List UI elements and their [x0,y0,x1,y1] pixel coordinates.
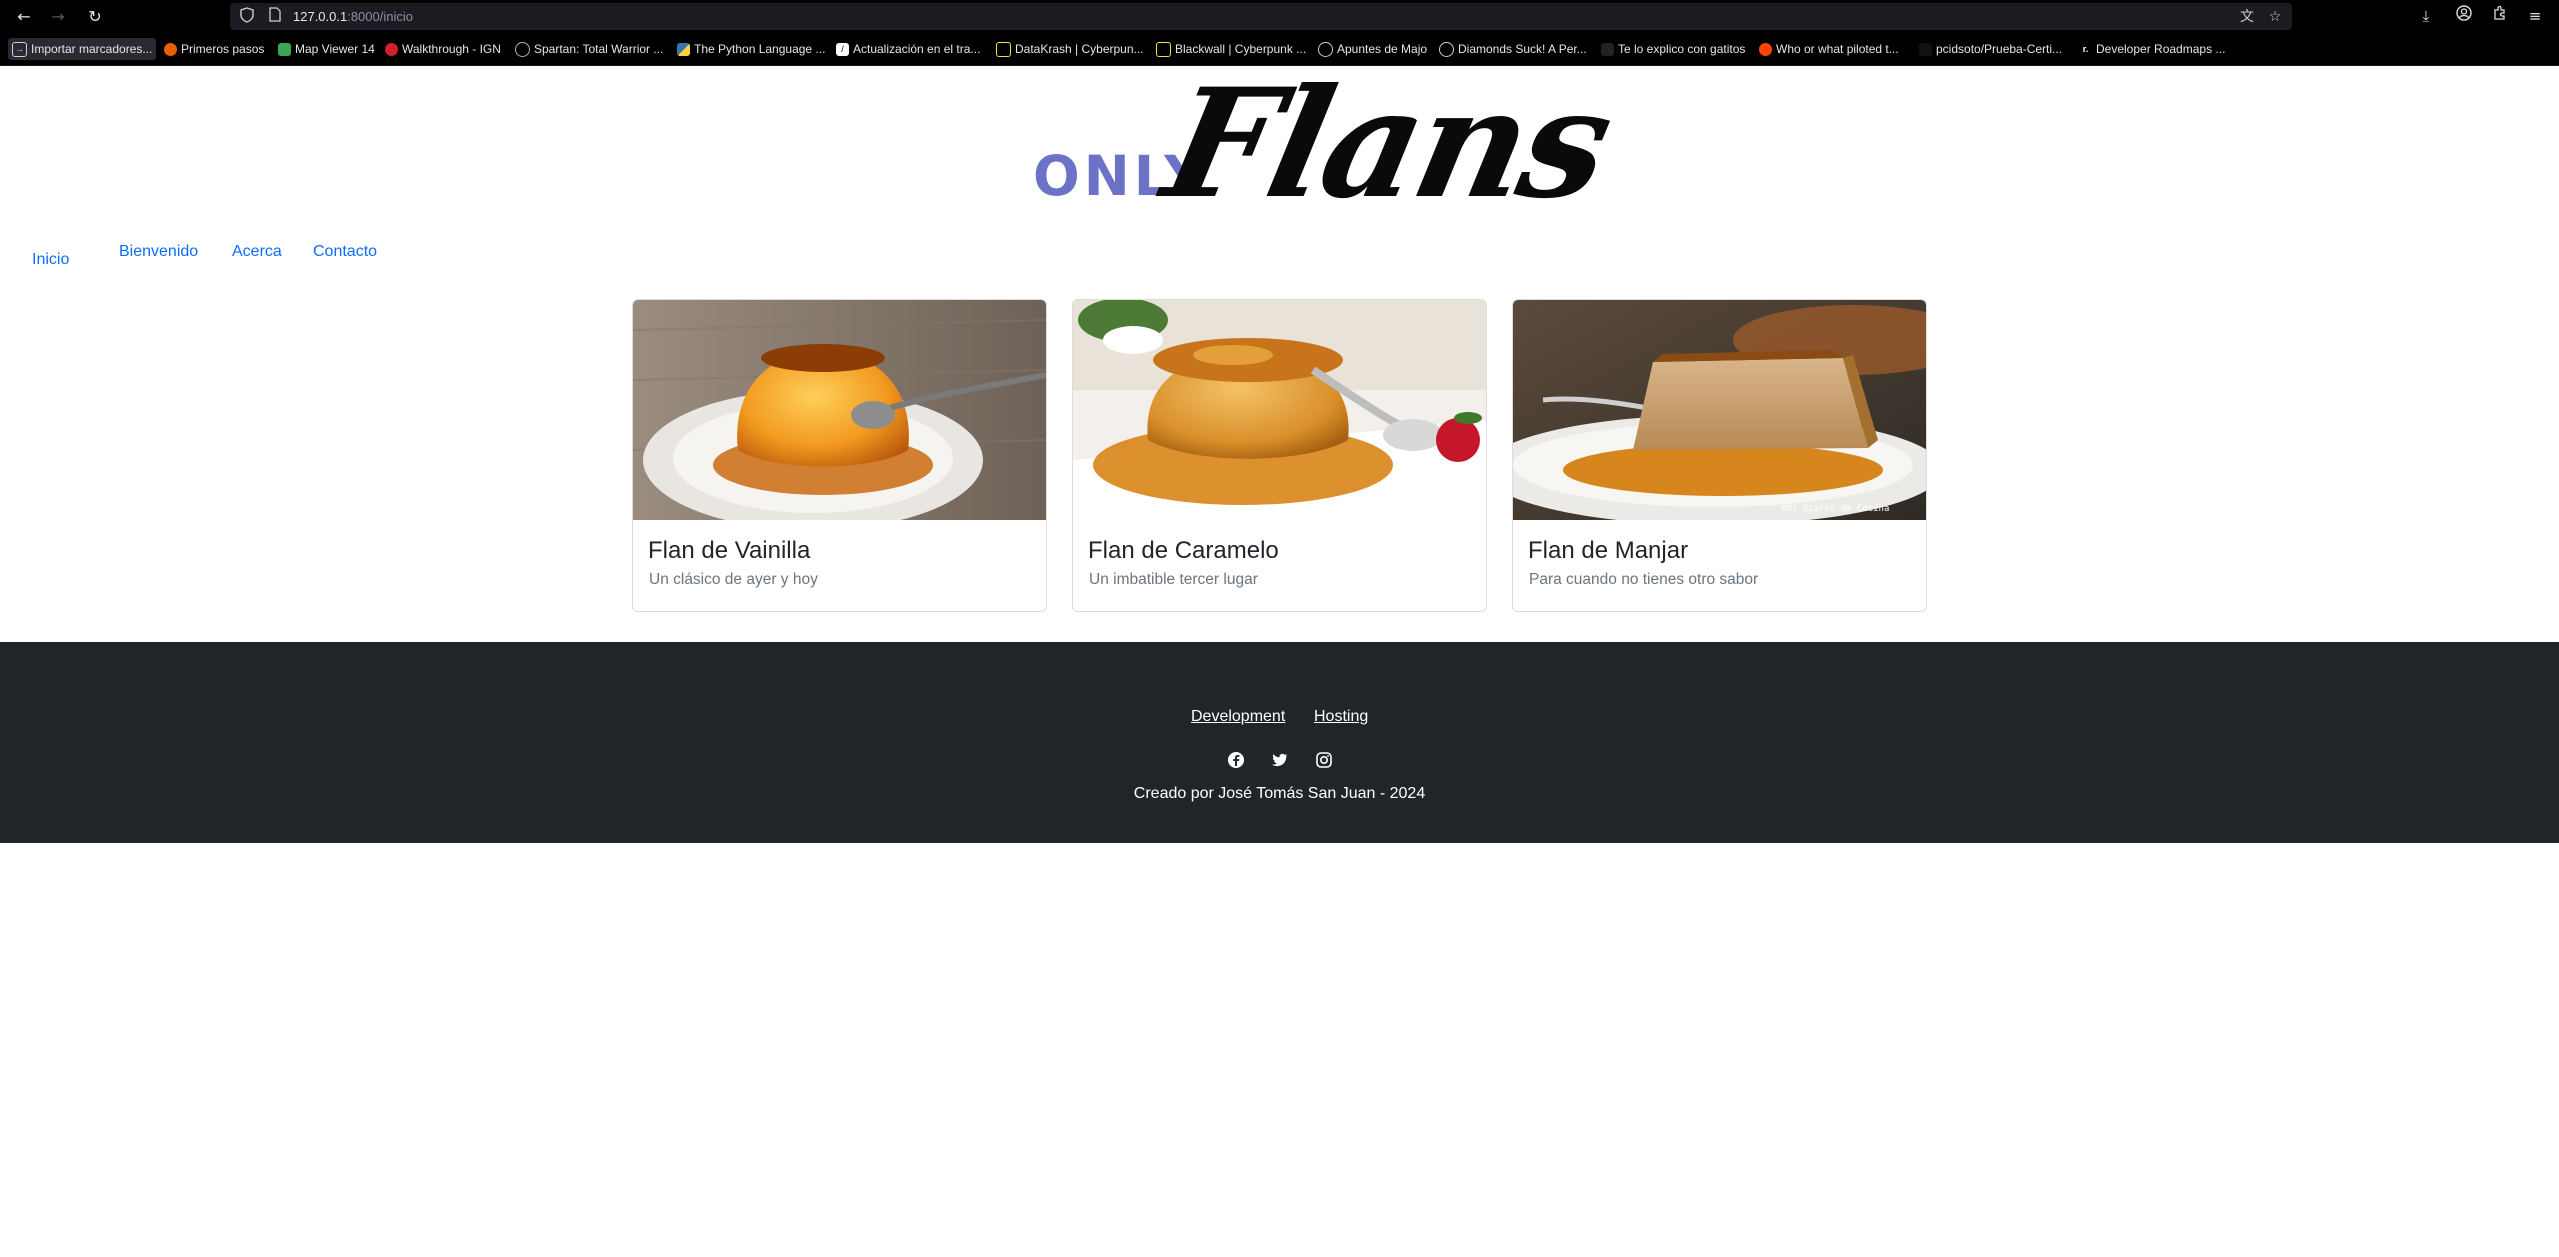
account-icon[interactable] [2453,5,2475,27]
nav-acerca-link[interactable]: Acerca [232,241,282,263]
python-icon [677,42,690,56]
card-text: Un clásico de ayer y hoy [649,571,818,588]
site-logo[interactable]: ONLY Flans [1030,56,1623,232]
globe-icon [1318,41,1333,57]
back-arrow-icon[interactable]: ← [13,6,35,28]
bookmark-label: Map Viewer 14 [295,42,375,56]
bookmark-item[interactable]: The Python Language ... [677,38,825,60]
flan-vainilla-image [633,300,1046,520]
bookmark-item[interactable]: Who or what piloted t... [1759,38,1899,60]
nav-contacto-link[interactable]: Contacto [313,241,377,263]
cyberpunk-icon [996,41,1011,57]
browser-toolbar: ← → ↻ 127.0.0.1:8000/inicio 文 ☆ ⤓ ≡ [0,0,2559,33]
site-footer: Development Hosting Creado por José Tomá… [0,642,2559,843]
bookmark-item[interactable]: DataKrash | Cyberpun... [996,38,1144,60]
bookmark-label: DataKrash | Cyberpun... [1015,42,1144,56]
nav-inicio-link[interactable]: Inicio [32,249,69,271]
url-path: :8000/inicio [347,9,413,24]
page-content: ONLY Flans Inicio Bienvenido Acerca Cont… [0,56,2559,1257]
footer-hosting-link[interactable]: Hosting [1314,708,1368,726]
card-title: Flan de Manjar [1528,537,1689,564]
bookmark-label: The Python Language ... [694,42,826,56]
instagram-icon[interactable] [1315,751,1333,769]
twitter-icon[interactable] [1271,751,1289,769]
bookmark-item[interactable]: Walkthrough - IGN [385,38,501,60]
bookmark-label: Primeros pasos [181,42,265,56]
blank-icon [1601,42,1614,56]
reload-icon[interactable]: ↻ [84,6,106,28]
bookmark-star-icon[interactable]: ☆ [2265,7,2285,27]
flan-caramelo-image [1073,300,1486,520]
firefox-icon [164,42,177,56]
flan-manjar-image: ©Mi Diario de Cocina [1513,300,1926,520]
blank-icon [1919,42,1932,56]
footer-credit: Creado por José Tomás San Juan - 2024 [1133,785,1426,802]
page-icon: / [836,42,849,56]
facebook-icon[interactable] [1227,751,1245,769]
bookmark-item[interactable]: Spartan: Total Warrior ... [515,38,663,60]
card-text: Para cuando no tienes otro sabor [1529,571,1759,588]
nav-bienvenido-link[interactable]: Bienvenido [119,241,198,263]
address-bar[interactable]: 127.0.0.1:8000/inicio 文 ☆ [230,3,2292,30]
bookmark-item[interactable]: pcidsoto/Prueba-Certi... [1919,38,2062,60]
bookmark-item[interactable]: → Importar marcadores... [8,38,157,60]
import-icon: → [12,41,27,57]
menu-icon[interactable]: ≡ [2524,5,2546,27]
bookmark-label: Actualización en el tra... [853,42,981,56]
flan-card[interactable]: ©Mi Diario de Cocina Flan de Manjar Para… [1512,299,1927,612]
forward-arrow-icon[interactable]: → [47,6,69,28]
bookmark-item[interactable]: r. Developer Roadmaps ... [2079,38,2226,60]
bookmark-label: Walkthrough - IGN [402,42,501,56]
footer-development-link[interactable]: Development [1191,708,1285,726]
url-host: 127.0.0.1 [293,9,348,24]
watermark-text: ©Mi Diario de Cocina [1781,504,1889,514]
flan-card[interactable]: Flan de Vainilla Un clásico de ayer y ho… [632,299,1047,612]
bookmark-label: Developer Roadmaps ... [2096,42,2226,56]
flan-card[interactable]: Flan de Caramelo Un imbatible tercer lug… [1072,299,1487,612]
globe-icon [515,41,530,57]
bookmark-label: pcidsoto/Prueba-Certi... [1936,42,2063,56]
globe-icon [1439,41,1454,57]
extensions-icon[interactable] [2489,5,2511,27]
card-text: Un imbatible tercer lugar [1089,571,1258,588]
map-icon [278,42,291,56]
roadmap-icon: r. [2082,43,2089,54]
bookmark-label: Te lo explico con gatitos [1618,42,1746,56]
url-text[interactable]: 127.0.0.1:8000/inicio [293,3,413,30]
page-icon[interactable] [266,7,284,25]
reddit-icon [1759,42,1772,56]
bookmark-item[interactable]: / Actualización en el tra... [836,38,980,60]
ign-icon [385,42,398,56]
downloads-icon[interactable]: ⤓ [2415,5,2437,27]
bookmark-item[interactable]: Map Viewer 14 [278,38,375,60]
logo-flans-text: Flans [1151,56,1623,232]
bookmark-label: Importar marcadores... [31,42,153,56]
card-title: Flan de Vainilla [648,537,811,564]
bookmark-label: Who or what piloted t... [1776,42,1899,56]
shield-icon[interactable] [238,7,256,25]
card-title: Flan de Caramelo [1088,537,1279,564]
translate-icon[interactable]: 文 [2237,7,2257,27]
cyberpunk-icon [1156,41,1171,57]
bookmark-item[interactable]: Primeros pasos [164,38,264,60]
bookmark-label: Spartan: Total Warrior ... [534,42,664,56]
